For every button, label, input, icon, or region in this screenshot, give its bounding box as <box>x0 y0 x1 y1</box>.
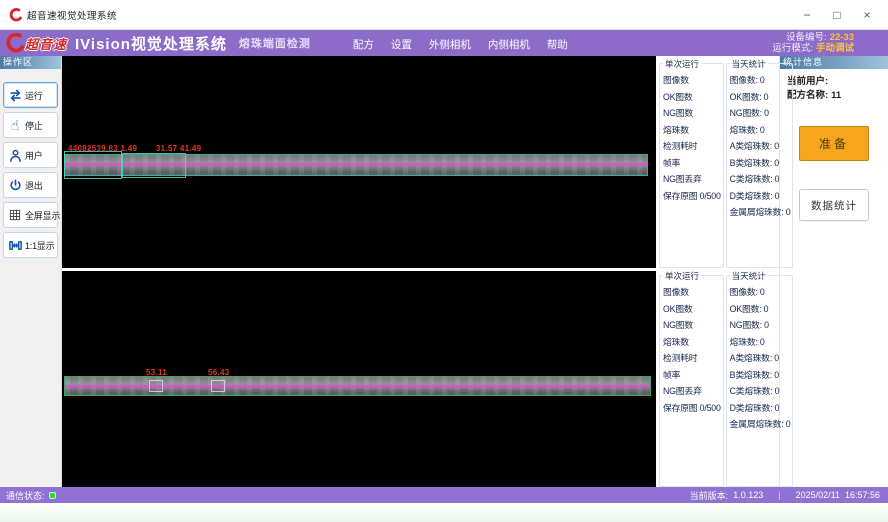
bead-segment-box <box>122 153 186 178</box>
daily-stats-groupbox: 当天统计 图像数: 0 OK图数: 0 NG图数: 0 熔珠数: 0 A类熔珠数… <box>726 63 794 268</box>
fullscreen-button[interactable]: 全屏显示 <box>3 202 58 228</box>
sidebar-title: 操作区 <box>0 56 61 69</box>
maximize-button[interactable]: □ <box>822 4 852 26</box>
weld-bead-detection-box <box>64 376 651 396</box>
window-controls: − □ × <box>792 4 882 26</box>
app-title: IVision视觉处理系统 <box>75 33 227 54</box>
defect-marker-box <box>211 380 225 392</box>
run-button-label: 运行 <box>25 89 43 102</box>
exit-button[interactable]: 退出 <box>3 172 58 198</box>
comm-status-led <box>49 492 56 499</box>
defect-marker-box <box>149 380 163 392</box>
menu-item-inner-camera[interactable]: 内侧相机 <box>488 37 530 52</box>
bead-segment-box <box>64 151 122 179</box>
version-info: 当前版本: 1.0.123 | 2025/02/11 16:57:56 <box>690 489 880 502</box>
app-window: 超音速视觉处理系统 − □ × 超音速 IVision视觉处理系统 熔珠端面检测… <box>0 0 888 522</box>
recipe-name-label: 配方名称: <box>787 90 828 101</box>
desktop-strip <box>0 503 888 522</box>
run-mode-value: 手动调试 <box>816 43 854 54</box>
fullscreen-button-label: 全屏显示 <box>25 209 60 222</box>
power-icon <box>7 177 23 193</box>
run-button[interactable]: 运行 <box>3 82 58 108</box>
one-to-one-button[interactable]: 1:1显示 <box>3 232 58 258</box>
device-number-label: 设备编号: <box>786 32 827 43</box>
status-bar: 通信状态: 当前版本: 1.0.123 | 2025/02/11 16:57:5… <box>0 487 888 503</box>
daily-stats-groupbox: 当天统计 图像数: 0 OK图数: 0 NG图数: 0 熔珠数: 0 A类熔珠数… <box>726 275 794 487</box>
menu-item-help[interactable]: 帮助 <box>547 37 568 52</box>
user-icon <box>7 147 23 163</box>
device-number-value: 22-33 <box>830 32 854 43</box>
menu-item-settings[interactable]: 设置 <box>391 37 412 52</box>
comm-status-label: 通信状态: <box>6 489 45 502</box>
app-subtitle: 熔珠端面检测 <box>239 35 311 51</box>
titlebar: 超音速视觉处理系统 − □ × <box>0 0 888 30</box>
separator: | <box>778 490 780 500</box>
camera-view-column: 44082539.83 1.49 31.57 41.49 53.11 56.43 <box>62 56 656 487</box>
version-value: 1.0.123 <box>733 490 763 500</box>
run-cycle-icon <box>7 87 23 103</box>
statistics-column: 单次运行 图像数 OK图数 NG图数 熔珠数 检测耗时 帧率 NG图丢弃 保存原… <box>656 56 779 487</box>
run-mode-label: 运行模式: <box>772 43 813 54</box>
info-panel-title: 统计信息 <box>780 56 888 69</box>
fullscreen-icon <box>7 207 23 223</box>
user-button-label: 用户 <box>25 149 43 162</box>
prepare-button[interactable]: 准备 <box>799 126 869 161</box>
current-user-label: 当前用户: <box>787 76 828 87</box>
single-run-groupbox: 单次运行 图像数 OK图数 NG图数 熔珠数 检测耗时 帧率 NG图丢弃 保存原… <box>659 63 724 268</box>
weld-bead-detection-box <box>64 154 648 176</box>
close-button[interactable]: × <box>852 4 882 26</box>
menu-item-recipe[interactable]: 配方 <box>353 37 374 52</box>
stop-hand-icon: ☝ <box>7 117 23 133</box>
exit-button-label: 退出 <box>25 179 43 192</box>
one-to-one-button-label: 1:1显示 <box>25 239 55 252</box>
info-panel: 统计信息 当前用户: 配方名称:11 准备 数据统计 <box>779 56 888 487</box>
stop-button-label: 停止 <box>25 119 43 132</box>
user-button[interactable]: 用户 <box>3 142 58 168</box>
status-date: 2025/02/11 <box>796 490 840 500</box>
stop-button[interactable]: ☝ 停止 <box>3 112 58 138</box>
window-title: 超音速视觉处理系统 <box>27 8 117 22</box>
menu-item-outer-camera[interactable]: 外侧相机 <box>429 37 471 52</box>
main-area: 操作区 运行 ☝ 停止 用户 <box>0 56 888 487</box>
camera-view-bottom: 53.11 56.43 <box>62 271 656 487</box>
brand-name: 超音速 <box>25 34 67 53</box>
device-info: 设备编号:22-33 运行模式:手动调试 <box>772 32 854 55</box>
stats-row-top: 单次运行 图像数 OK图数 NG图数 熔珠数 检测耗时 帧率 NG图丢弃 保存原… <box>656 56 779 268</box>
single-run-groupbox: 单次运行 图像数 OK图数 NG图数 熔珠数 检测耗时 帧率 NG图丢弃 保存原… <box>659 275 724 487</box>
app-header: 超音速 IVision视觉处理系统 熔珠端面检测 配方 设置 外侧相机 内侧相机… <box>0 30 888 56</box>
one-to-one-icon <box>7 237 23 253</box>
main-menu: 配方 设置 外侧相机 内侧相机 帮助 <box>353 37 568 56</box>
brand-logo: 超音速 <box>4 33 67 53</box>
minimize-button[interactable]: − <box>792 4 822 26</box>
camera-view-top: 44082539.83 1.49 31.57 41.49 <box>62 56 656 268</box>
app-logo-icon <box>8 8 22 22</box>
recipe-name-value: 11 <box>831 90 841 101</box>
data-statistics-button[interactable]: 数据统计 <box>799 189 869 221</box>
version-label: 当前版本: <box>690 489 729 502</box>
status-time: 16:57:56 <box>845 490 880 500</box>
operation-sidebar: 操作区 运行 ☝ 停止 用户 <box>0 56 62 487</box>
brand-swirl-icon <box>4 33 24 53</box>
stats-row-bottom: 单次运行 图像数 OK图数 NG图数 熔珠数 检测耗时 帧率 NG图丢弃 保存原… <box>656 268 779 487</box>
